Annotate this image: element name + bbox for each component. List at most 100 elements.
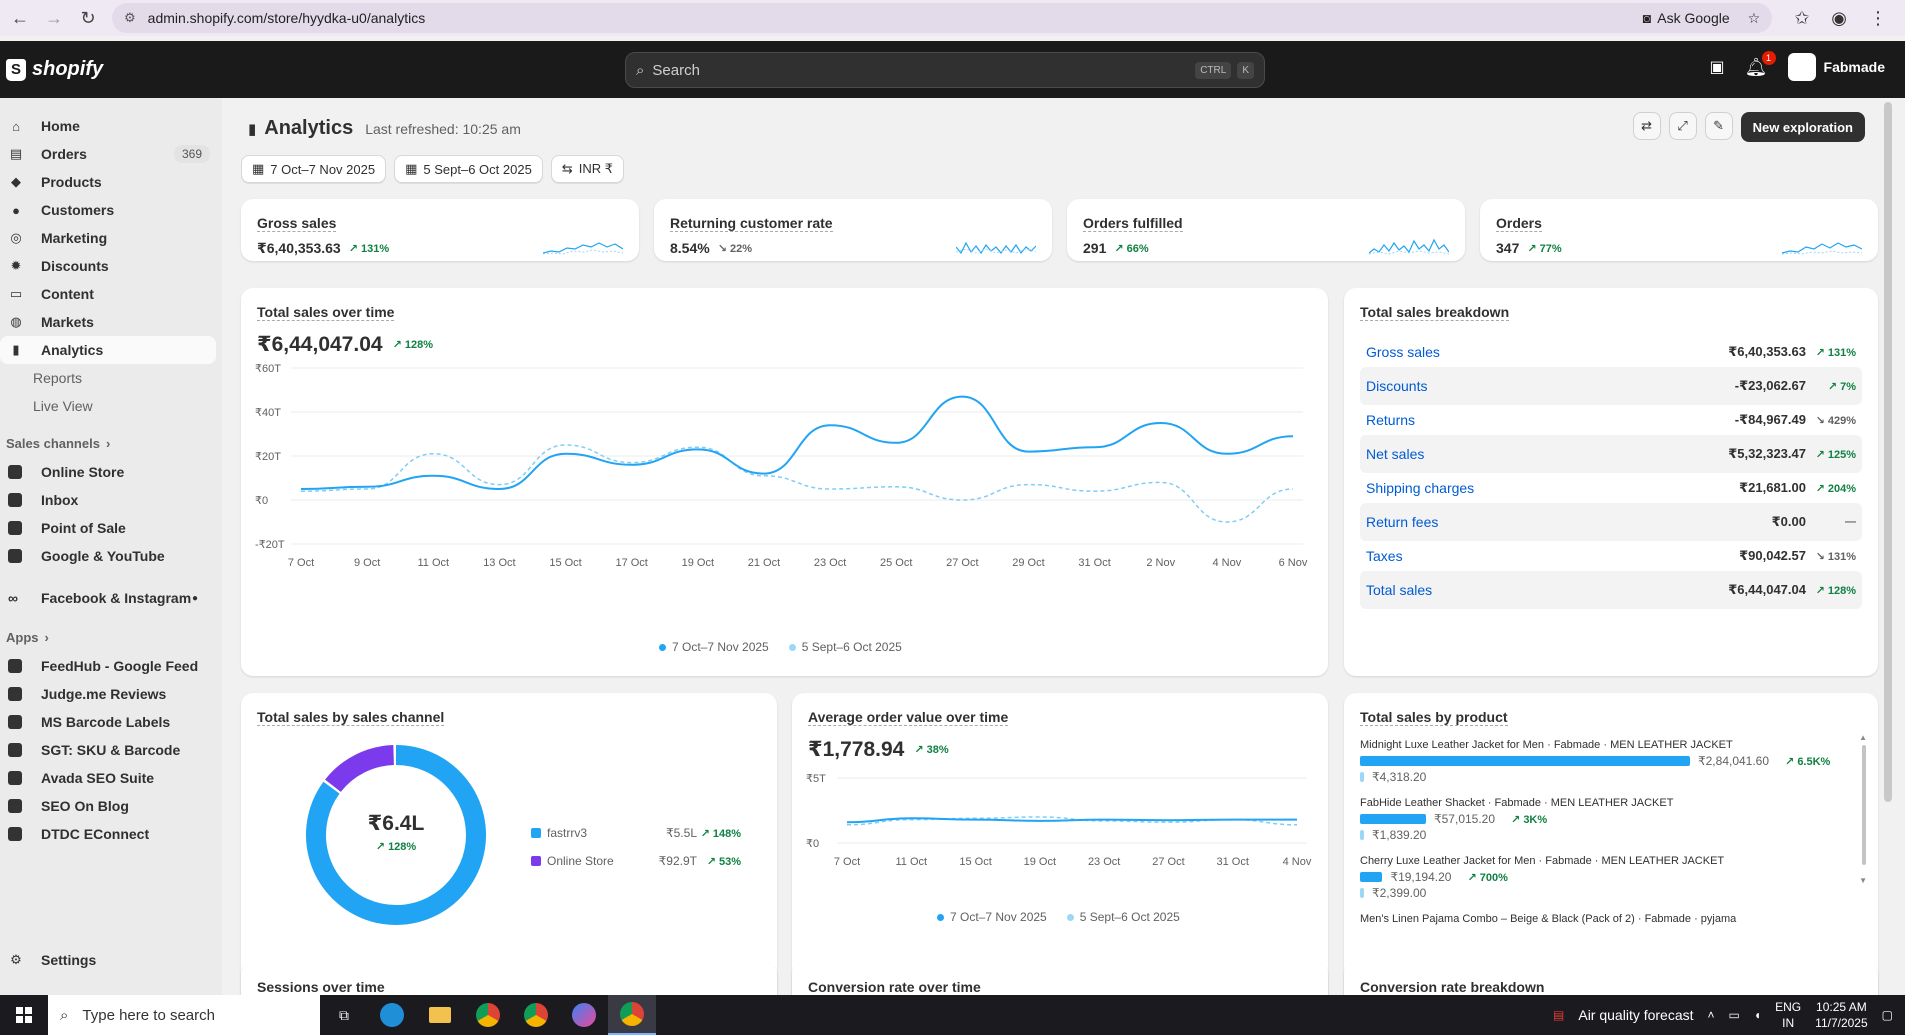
card-title[interactable]: Total sales breakdown [1360, 304, 1510, 321]
series-line[interactable] [300, 444, 1294, 523]
product-row[interactable]: Midnight Luxe Leather Jacket for Men · F… [1360, 739, 1840, 784]
app-dtdc[interactable]: DTDC EConnect [0, 820, 222, 848]
sidebar-item-reports[interactable]: Reports [0, 364, 222, 392]
back-icon[interactable]: ← [6, 4, 34, 32]
breakdown-label[interactable]: Discounts [1366, 378, 1427, 394]
bell-icon[interactable]: 🔔︎ 1 [1745, 50, 1776, 78]
card-title[interactable]: Conversion rate over time [808, 979, 981, 995]
search-input[interactable]: ⌕ Search CTRL K [625, 52, 1265, 88]
product-row[interactable]: Men's Linen Pajama Combo – Beige & Black… [1360, 913, 1840, 925]
breakdown-row[interactable]: Shipping charges ₹21,681.00 ↗ 204% [1360, 469, 1862, 507]
channel-google-youtube[interactable]: Google & YouTube [0, 542, 222, 570]
breakdown-row[interactable]: Discounts -₹23,062.67 ↗ 7% [1360, 367, 1862, 405]
breakdown-row[interactable]: Returns -₹84,967.49 ↘ 429% [1360, 401, 1862, 439]
start-button[interactable] [0, 995, 48, 1035]
clock[interactable]: 10:25 AM 11/7/2025 [1815, 999, 1868, 1031]
channel-row-online-store[interactable]: Online Store ₹92.9T ↗ 53% [531, 850, 741, 872]
app-seo-on-blog[interactable]: SEO On Blog [0, 792, 222, 820]
card-title[interactable]: Sessions over time [257, 979, 385, 995]
sidebar-item-markets[interactable]: ◍ Markets [0, 308, 216, 336]
breakdown-label[interactable]: Total sales [1366, 582, 1432, 598]
channel-facebook-instagram[interactable]: ∞ Facebook & Instagram ● [0, 584, 222, 612]
scroll-up-icon[interactable]: ▲ [1859, 733, 1867, 742]
kpi-card-returning-rate[interactable]: Returning customer rate 8.54% ↘ 22% [654, 199, 1052, 261]
chrome-active-icon[interactable] [608, 995, 656, 1035]
aov-chart[interactable]: ₹5T ₹0 7 Oct 11 Oct 15 Oct 19 Oct 23 Oct 27 Oct… [792, 770, 1328, 900]
compare-range-picker[interactable]: ▦ 5 Sept–6 Oct 2025 [394, 155, 543, 183]
site-info-icon[interactable]: ⚙ [124, 10, 136, 26]
sidebar-item-customers[interactable]: ● Customers [0, 196, 216, 224]
app-ms-barcode[interactable]: MS Barcode Labels [0, 708, 222, 736]
volume-icon[interactable]: ◖ [1754, 1008, 1761, 1022]
channel-inbox[interactable]: Inbox [0, 486, 222, 514]
legend-previous[interactable]: 5 Sept–6 Oct 2025 [788, 640, 902, 654]
sidebar-item-products[interactable]: ◆ Products [0, 168, 216, 196]
address-bar[interactable]: ⚙ admin.shopify.com/store/hyydka-u0/anal… [112, 3, 1773, 33]
app-judgeme[interactable]: Judge.me Reviews [0, 680, 222, 708]
legend-current[interactable]: 7 Oct–7 Nov 2025 [937, 910, 1047, 924]
kpi-card-orders[interactable]: Orders 347 ↗ 77% [1480, 199, 1878, 261]
breakdown-row[interactable]: Total sales ₹6,44,047.04 ↗ 128% [1360, 571, 1862, 609]
breakdown-label[interactable]: Shipping charges [1366, 480, 1474, 496]
breakdown-label[interactable]: Taxes [1366, 548, 1403, 564]
refresh-icon[interactable]: ⇄ [1632, 112, 1661, 140]
legend-previous[interactable]: 5 Sept–6 Oct 2025 [1066, 910, 1180, 924]
sidebar-item-orders[interactable]: ▤ Orders 369 [0, 140, 216, 168]
sidebar-item-content[interactable]: ▭ Content [0, 280, 216, 308]
network-icon[interactable]: ▭ [1729, 1008, 1740, 1022]
kpi-card-gross-sales[interactable]: Gross sales ₹6,40,353.63 ↗ 131% [241, 199, 639, 261]
channel-row-fastrrv3[interactable]: fastrrv3 ₹5.5L ↗ 148% [531, 822, 741, 844]
task-view-icon[interactable]: ⧉ [320, 995, 368, 1035]
channel-online-store[interactable]: Online Store [0, 458, 222, 486]
app-sgt-sku[interactable]: SGT: SKU & Barcode [0, 736, 222, 764]
card-title[interactable]: Total sales over time [257, 304, 395, 321]
bookmark-star-icon[interactable]: ☆ [1748, 10, 1761, 27]
sidebar-item-live-view[interactable]: Live View [0, 392, 222, 420]
air-quality-label[interactable]: Air quality forecast [1578, 1007, 1693, 1023]
sidebar-item-marketing[interactable]: ◎ Marketing [0, 224, 216, 252]
inbox-icon[interactable]: ▣ [1710, 57, 1725, 77]
store-menu-button[interactable]: Fabmade [1787, 53, 1885, 81]
sidebar-item-discounts[interactable]: ✹ Discounts [0, 252, 216, 280]
chrome-icon[interactable] [464, 995, 512, 1035]
sales-channels-header[interactable]: Sales channels › [0, 428, 222, 458]
taskbar-search[interactable]: ⌕ Type here to search [48, 995, 320, 1035]
copilot-icon[interactable] [560, 995, 608, 1035]
app-avada-seo[interactable]: Avada SEO Suite [0, 764, 222, 792]
reload-icon[interactable]: ↻ [74, 4, 102, 32]
channel-point-of-sale[interactable]: Point of Sale [0, 514, 222, 542]
breakdown-row[interactable]: Taxes ₹90,042.57 ↘ 131% [1360, 537, 1862, 575]
profile-icon[interactable]: ◉ [1831, 8, 1847, 29]
breakdown-row[interactable]: Return fees ₹0.00 — [1360, 503, 1862, 541]
breakdown-label[interactable]: Returns [1366, 412, 1415, 428]
breakdown-label[interactable]: Gross sales [1366, 344, 1440, 360]
fullscreen-icon[interactable]: ⤢ [1668, 112, 1697, 140]
edge-icon[interactable] [368, 995, 416, 1035]
breakdown-label[interactable]: Net sales [1366, 446, 1424, 462]
breakdown-label[interactable]: Return fees [1366, 514, 1438, 530]
card-title[interactable]: Conversion rate breakdown [1360, 979, 1544, 995]
card-title[interactable]: Total sales by product [1360, 709, 1508, 726]
chevron-up-icon[interactable]: ˄ [1708, 1008, 1715, 1022]
ask-google-button[interactable]: ◙ Ask Google [1643, 10, 1730, 26]
sidebar-item-settings[interactable]: ⚙ Settings [0, 946, 216, 974]
sidebar-item-analytics[interactable]: ▮ Analytics [0, 336, 216, 364]
currency-picker[interactable]: ⇆ INR ₹ [550, 155, 624, 183]
donut-slice[interactable] [325, 745, 395, 793]
edit-icon[interactable]: ✎ [1704, 112, 1733, 140]
shopify-logo[interactable]: shopify [6, 58, 103, 81]
new-exploration-button[interactable]: New exploration [1740, 112, 1865, 142]
apps-header[interactable]: Apps › [0, 622, 222, 652]
breakdown-row[interactable]: Gross sales ₹6,40,353.63 ↗ 131% [1360, 333, 1862, 371]
sidebar-item-home[interactable]: ⌂ Home [0, 112, 216, 140]
series-line[interactable] [300, 395, 1294, 491]
card-title[interactable]: Total sales by sales channel [257, 709, 445, 726]
file-explorer-icon[interactable] [416, 995, 464, 1035]
product-row[interactable]: FabHide Leather Shacket · Fabmade · MEN … [1360, 797, 1840, 842]
notifications-icon[interactable]: ▢ [1882, 1008, 1893, 1022]
app-feedhub[interactable]: FeedHub - Google Feed [0, 652, 222, 680]
page-scrollbar[interactable] [1884, 102, 1892, 802]
date-range-picker[interactable]: ▦ 7 Oct–7 Nov 2025 [241, 155, 387, 183]
language-indicator[interactable]: ENG IN [1775, 999, 1801, 1031]
product-row[interactable]: Cherry Luxe Leather Jacket for Men · Fab… [1360, 855, 1840, 900]
